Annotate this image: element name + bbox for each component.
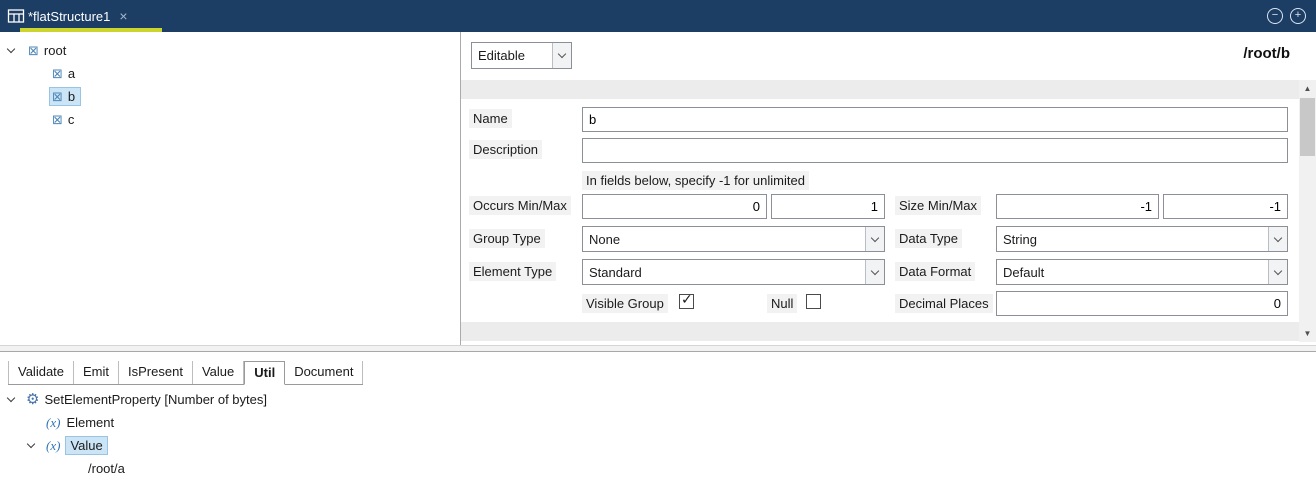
tab-document[interactable]: Document [285,361,363,384]
group-type-select[interactable]: None [582,226,885,252]
util-tree: ⚙ SetElementProperty [Number of bytes] (… [0,388,1316,480]
tree-item-label: c [68,112,75,127]
application-window: *flatStructure1 × − + ⊠ root ⊠ a [0,0,1316,483]
tab-value[interactable]: Value [193,361,244,384]
group-type-value: None [583,232,865,247]
chevron-down-icon[interactable] [865,260,884,284]
bottom-tab-bar: Validate Emit IsPresent Value Util Docum… [8,361,363,385]
window-controls: − + [1267,8,1306,24]
selected-node-path: /root/b [1243,45,1290,62]
description-label: Description [469,140,542,159]
element-type-select[interactable]: Standard [582,259,885,285]
tree-item-element[interactable]: (x) Element [0,411,1316,434]
tree-item-label: b [68,89,75,104]
scrollbar[interactable]: ▲ ▼ [1299,80,1316,342]
data-type-select[interactable]: String [996,226,1288,252]
chevron-down-icon[interactable] [28,444,46,447]
group-type-label: Group Type [469,229,545,248]
close-icon[interactable]: × [119,9,127,23]
app-icon [7,7,25,25]
scroll-up-icon[interactable]: ▲ [1299,80,1316,97]
tree-item-label: root [44,43,66,58]
element-icon: ⊠ [52,113,63,126]
chevron-down-icon[interactable] [8,49,26,52]
occurs-max-input[interactable] [771,194,885,219]
tree-item-setelementproperty[interactable]: ⚙ SetElementProperty [Number of bytes] [0,388,1316,411]
tab-util[interactable]: Util [244,361,285,385]
tree-item-label: /root/a [88,461,125,476]
visible-group-checkbox[interactable] [679,294,694,309]
occurs-minmax-label: Occurs Min/Max [469,196,571,215]
element-icon: ⊠ [52,90,63,103]
tree-item-label: SetElementProperty [Number of bytes] [44,392,267,407]
data-format-label: Data Format [895,262,975,281]
decimal-places-label: Decimal Places [895,294,993,313]
editable-dropdown-value: Editable [472,48,552,63]
tab-validate[interactable]: Validate [8,361,74,384]
null-checkbox[interactable] [806,294,821,309]
chevron-down-icon[interactable] [1268,227,1287,251]
element-icon: ⊠ [28,44,39,57]
data-type-value: String [997,232,1268,247]
horizontal-splitter[interactable] [0,345,1316,352]
chevron-down-icon[interactable] [865,227,884,251]
description-input[interactable] [582,138,1288,163]
group-strip-top [461,80,1299,99]
info-note: In fields below, specify -1 for unlimite… [582,171,809,190]
element-type-label: Element Type [469,262,556,281]
name-label: Name [469,109,512,128]
tree-item-label: Value [66,437,106,454]
chevron-down-icon[interactable] [1268,260,1287,284]
size-min-input[interactable] [996,194,1159,219]
tree-item-root[interactable]: ⊠ root [0,39,460,62]
data-format-select[interactable]: Default [996,259,1288,285]
fx-icon: (x) [46,415,60,431]
properties-panel: Editable /root/b Name Description In fie… [461,32,1316,345]
titlebar: *flatStructure1 × − + [0,0,1316,32]
visible-group-label: Visible Group [582,294,668,313]
plus-circle-button[interactable]: + [1290,8,1306,24]
minus-circle-button[interactable]: − [1267,8,1283,24]
scroll-thumb[interactable] [1300,98,1315,156]
size-max-input[interactable] [1163,194,1288,219]
tree-item-value[interactable]: (x) Value [0,434,1316,457]
occurs-min-input[interactable] [582,194,767,219]
tree-item-label: a [68,66,75,81]
decimal-places-input[interactable] [996,291,1288,316]
element-type-value: Standard [583,265,865,280]
chevron-down-icon[interactable] [8,398,26,401]
structure-tree-panel: ⊠ root ⊠ a ⊠ b ⊠ c [0,32,461,345]
chevron-down-icon[interactable] [552,43,571,68]
element-icon: ⊠ [52,67,63,80]
tree-item-a[interactable]: ⊠ a [0,62,460,85]
name-input[interactable] [582,107,1288,132]
scroll-down-icon[interactable]: ▼ [1299,325,1316,342]
tree-item-c[interactable]: ⊠ c [0,108,460,131]
gear-icon: ⚙ [26,392,39,407]
tab-ispresent[interactable]: IsPresent [119,361,193,384]
tab-title: *flatStructure1 [28,9,110,24]
null-label: Null [767,294,797,313]
tree-item-label: Element [66,415,114,430]
data-type-label: Data Type [895,229,962,248]
data-format-value: Default [997,265,1268,280]
editable-dropdown[interactable]: Editable [471,42,572,69]
fx-icon: (x) [46,438,60,454]
tree-item-root-a[interactable]: /root/a [0,457,1316,480]
bottom-panel: Validate Emit IsPresent Value Util Docum… [0,352,1316,483]
group-strip-bottom [461,322,1299,341]
tab-emit[interactable]: Emit [74,361,119,384]
size-minmax-label: Size Min/Max [895,196,981,215]
tree-item-b[interactable]: ⊠ b [0,85,460,108]
